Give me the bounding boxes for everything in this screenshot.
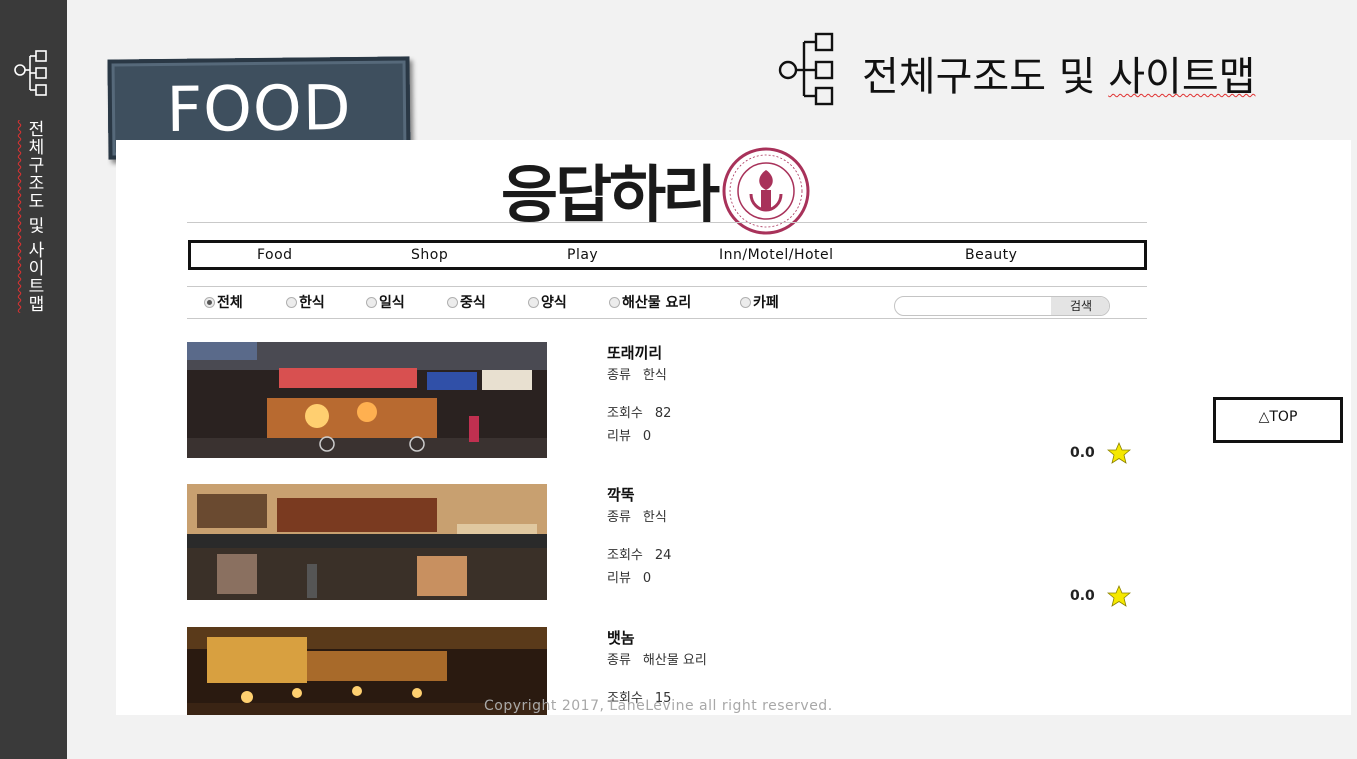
food-banner-label: FOOD <box>166 70 352 146</box>
type-label: 종류 <box>607 653 631 668</box>
nav-food[interactable]: Food <box>257 247 293 263</box>
search-box: 검색 <box>894 296 1110 316</box>
reviews-value: 0 <box>642 571 652 586</box>
radio[interactable] <box>286 296 297 308</box>
radio[interactable] <box>740 296 751 308</box>
reviews-label: 리뷰 <box>607 429 631 444</box>
restaurant-rating: 0.0 <box>1070 442 1131 464</box>
type-label: 종류 <box>607 368 631 383</box>
sidebar-title: 전체구조도 및 사이트맵 <box>24 120 44 313</box>
filter-korean[interactable]: 한식 <box>286 292 325 312</box>
reviews-label: 리뷰 <box>607 571 631 586</box>
restaurant-views: 조회수 82 <box>607 402 807 425</box>
copyright-text: Copyright 2017, LaneLevine all right res… <box>484 698 833 714</box>
filter-label: 해산물 요리 <box>622 295 692 311</box>
restaurant-type: 종류 한식 <box>607 364 807 387</box>
radio[interactable] <box>609 296 620 308</box>
restaurant-name[interactable]: 또래끼리 <box>607 342 807 364</box>
filter-label: 일식 <box>379 295 405 311</box>
restaurant-info: 또래끼리 종류 한식 조회수 82 리뷰 0 <box>607 342 807 448</box>
restaurant-info: 깍뚝 종류 한식 조회수 24 리뷰 0 <box>607 484 807 590</box>
nav-play[interactable]: Play <box>567 247 598 263</box>
type-label: 종류 <box>607 510 631 525</box>
nav-inn-motel-hotel[interactable]: Inn/Motel/Hotel <box>719 247 834 263</box>
type-value: 한식 <box>642 368 667 383</box>
rating-value: 0.0 <box>1070 588 1095 604</box>
divider <box>187 286 1147 287</box>
website-mockup: 응답하라 Food Shop Play Inn/Motel/Hotel Beau… <box>116 140 1351 715</box>
filter-label: 한식 <box>299 295 325 311</box>
slide-title: 전체구조도 및 사이트맵 <box>862 54 1256 100</box>
restaurant-views: 조회수 24 <box>607 544 807 567</box>
slide-sidebar: 전체구조도 및 사이트맵 <box>0 0 67 759</box>
radio-selected[interactable] <box>204 296 215 308</box>
filter-japanese[interactable]: 일식 <box>366 292 405 312</box>
radio[interactable] <box>447 296 458 308</box>
restaurant-type: 종류 한식 <box>607 506 807 529</box>
title-underlined-word: 사이트맵 <box>1108 54 1256 100</box>
filter-seafood[interactable]: 해산물 요리 <box>609 292 691 312</box>
filter-label: 양식 <box>541 295 567 311</box>
divider <box>187 318 1147 319</box>
restaurant-photo[interactable] <box>187 484 547 600</box>
rating-value: 0.0 <box>1070 445 1095 461</box>
star-icon[interactable] <box>1106 585 1131 607</box>
filter-chinese[interactable]: 중식 <box>447 292 486 312</box>
sitemap-icon <box>14 50 47 96</box>
star-icon[interactable] <box>1106 442 1131 464</box>
filter-all[interactable]: 전체 <box>204 292 243 312</box>
views-label: 조회수 <box>607 548 643 563</box>
nav-beauty[interactable]: Beauty <box>965 247 1017 263</box>
reviews-value: 0 <box>642 429 652 444</box>
nav-shop[interactable]: Shop <box>411 247 448 263</box>
site-nav: Food Shop Play Inn/Motel/Hotel Beauty <box>188 240 1147 270</box>
restaurant-type: 종류 해산물 요리 <box>607 649 807 672</box>
views-value: 24 <box>654 548 672 563</box>
site-logo[interactable]: 응답하라 <box>501 147 811 235</box>
sitemap-icon <box>778 32 834 106</box>
restaurant-rating: 0.0 <box>1070 585 1131 607</box>
divider <box>187 222 1147 223</box>
restaurant-reviews: 리뷰 0 <box>607 567 807 590</box>
search-input[interactable] <box>895 297 1051 315</box>
restaurant-name[interactable]: 뱃놈 <box>607 627 807 649</box>
filter-label: 중식 <box>460 295 486 311</box>
type-value: 해산물 요리 <box>642 653 707 668</box>
filter-cafe[interactable]: 카페 <box>740 292 779 312</box>
restaurant-reviews: 리뷰 0 <box>607 425 807 448</box>
restaurant-photo[interactable] <box>187 342 547 458</box>
scroll-top-button[interactable]: △TOP <box>1213 397 1343 443</box>
filter-western[interactable]: 양식 <box>528 292 567 312</box>
radio[interactable] <box>366 296 377 308</box>
filter-label: 카페 <box>753 295 779 311</box>
radio[interactable] <box>528 296 539 308</box>
type-value: 한식 <box>642 510 667 525</box>
views-value: 82 <box>654 406 672 421</box>
restaurant-name[interactable]: 깍뚝 <box>607 484 807 506</box>
search-button[interactable]: 검색 <box>1051 297 1109 315</box>
logo-text: 응답하라 <box>501 158 720 231</box>
views-label: 조회수 <box>607 406 643 421</box>
filter-label: 전체 <box>217 295 243 311</box>
